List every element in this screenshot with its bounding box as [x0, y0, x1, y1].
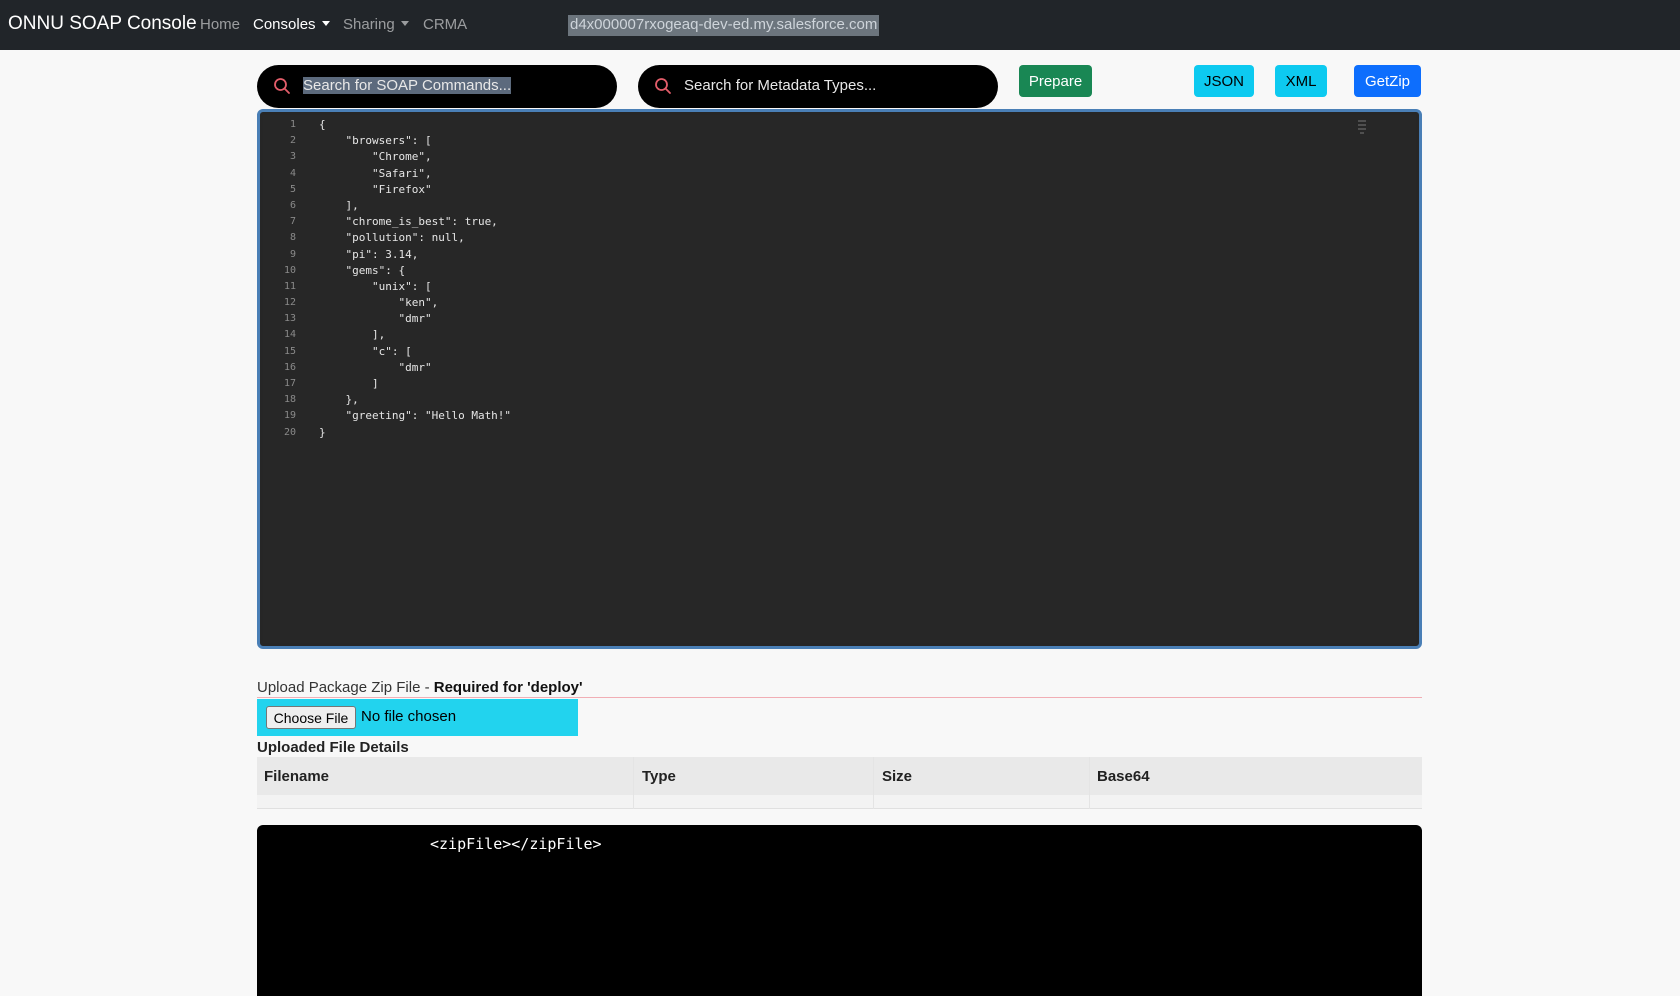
line-number: 20	[283, 426, 296, 438]
code-line[interactable]: {	[319, 117, 511, 133]
code-line[interactable]: ],	[319, 198, 511, 214]
column-divider	[873, 757, 874, 809]
column-header-base64: Base64	[1097, 768, 1150, 785]
code-line[interactable]: "dmr"	[319, 360, 511, 376]
nav-item-consoles[interactable]: Consoles	[253, 16, 330, 33]
editor-surface[interactable]: 1 2 3 4 5 6 7 8 9 10 11 12 13 14 15 16 17 18 19 20 { "brows…	[263, 115, 1416, 643]
code-line[interactable]: "pi": 3.14,	[319, 247, 511, 263]
soap-command-search[interactable]: Search for SOAP Commands...	[257, 65, 617, 108]
org-url-badge: d4x000007rxogeaq-dev-ed.my.salesforce.co…	[568, 15, 880, 36]
line-number: 13	[283, 313, 296, 325]
line-number: 3	[289, 151, 296, 163]
upload-required-note: Required for 'deploy'	[433, 679, 583, 696]
code-content[interactable]: { "browsers": [ "Chrome", "Safari", "Fir…	[319, 117, 511, 441]
line-number: 7	[289, 216, 296, 228]
line-number: 19	[283, 410, 296, 422]
divider	[257, 697, 1422, 698]
code-line[interactable]: "c": [	[319, 344, 511, 360]
column-divider	[1089, 757, 1090, 809]
metadata-search-placeholder: Search for Metadata Types...	[684, 77, 877, 94]
xml-button[interactable]: XML	[1275, 65, 1327, 97]
file-details-table: Filename Type Size Base64	[257, 757, 1422, 809]
upload-package-label: Upload Package Zip File - Required for '…	[257, 679, 583, 696]
table-header: Filename Type Size Base64	[257, 757, 1422, 795]
app-brand[interactable]: ONNU SOAP Console	[8, 13, 197, 35]
xml-output-text: <zipFile></zipFile>	[430, 835, 602, 853]
line-number: 1	[289, 119, 296, 130]
line-number: 10	[283, 264, 296, 276]
uploaded-file-details-title: Uploaded File Details	[257, 739, 409, 756]
line-number: 18	[283, 394, 296, 406]
nav-item-sharing[interactable]: Sharing	[343, 16, 409, 33]
code-line[interactable]: "gems": {	[319, 263, 511, 279]
code-line[interactable]: "greeting": "Hello Math!"	[319, 408, 511, 424]
line-number: 11	[283, 280, 296, 292]
line-number: 5	[289, 183, 296, 195]
code-line[interactable]: "pollution": null,	[319, 230, 511, 246]
top-navbar: ONNU SOAP Console Home Consoles Sharing …	[0, 0, 1680, 50]
metadata-type-search[interactable]: Search for Metadata Types...	[638, 65, 998, 108]
code-line[interactable]: "unix": [	[319, 279, 511, 295]
line-number: 17	[283, 378, 296, 389]
choose-file-button[interactable]: Choose File	[266, 706, 356, 729]
soap-search-placeholder: Search for SOAP Commands...	[303, 77, 512, 94]
code-line[interactable]: "ken",	[319, 295, 511, 311]
table-row	[257, 795, 1422, 809]
line-number: 14	[283, 329, 296, 341]
nav-item-home[interactable]: Home	[200, 16, 240, 33]
code-line[interactable]: "chrome_is_best": true,	[319, 214, 511, 230]
line-number: 16	[283, 361, 296, 373]
code-line[interactable]: "Firefox"	[319, 182, 511, 198]
code-line[interactable]: "dmr"	[319, 311, 511, 327]
nav-item-crma[interactable]: CRMA	[423, 16, 467, 33]
line-number: 12	[283, 297, 296, 309]
line-number: 15	[283, 345, 296, 357]
file-upload-input[interactable]: Choose File No file chosen	[257, 699, 578, 736]
caret-down-icon	[321, 21, 330, 26]
search-icon	[274, 78, 290, 94]
code-line[interactable]: }	[319, 425, 511, 441]
line-number: 6	[289, 199, 296, 211]
line-number: 2	[289, 135, 296, 147]
code-line[interactable]: ],	[319, 327, 511, 343]
code-line[interactable]: "Safari",	[319, 166, 511, 182]
line-number: 9	[289, 248, 296, 260]
xml-output-panel[interactable]: <zipFile></zipFile>	[257, 825, 1422, 996]
search-icon	[655, 78, 671, 94]
column-header-type: Type	[642, 768, 676, 785]
column-header-filename: Filename	[264, 768, 330, 785]
json-code-editor[interactable]: 1 2 3 4 5 6 7 8 9 10 11 12 13 14 15 16 17 18 19 20 { "brows…	[257, 109, 1422, 649]
code-line[interactable]: ]	[319, 376, 511, 392]
code-line[interactable]: "Chrome",	[319, 149, 511, 165]
getzip-button[interactable]: GetZip	[1354, 65, 1421, 97]
file-status-text: No file chosen	[361, 708, 457, 725]
code-line[interactable]: "browsers": [	[319, 133, 511, 149]
json-button[interactable]: JSON	[1194, 65, 1254, 97]
line-number-gutter: 1 2 3 4 5 6 7 8 9 10 11 12 13 14 15 16 17 18 19 20	[263, 117, 298, 441]
line-number: 4	[289, 167, 296, 179]
caret-down-icon	[400, 21, 409, 26]
line-number: 8	[289, 232, 296, 244]
column-divider	[633, 757, 634, 809]
prepare-button[interactable]: Prepare	[1019, 65, 1092, 97]
code-line[interactable]: },	[319, 392, 511, 408]
column-header-size: Size	[882, 768, 913, 785]
resize-handle-icon[interactable]	[1356, 118, 1368, 136]
